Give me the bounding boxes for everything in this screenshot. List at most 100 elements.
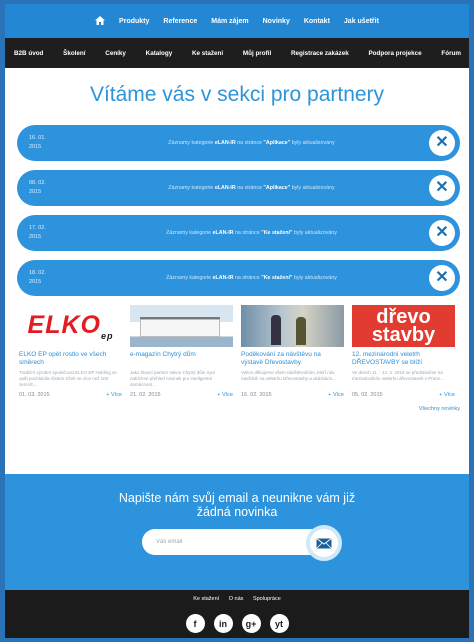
notice-item: 16. 01. 2015 Záznamy kategorie eLAN-IR n… [17,125,460,161]
topnav-produkty[interactable]: Produkty [119,18,149,25]
notice-date-day: 08. 02. [29,180,46,186]
page-title: Vítáme vás v sekci pro partnery [89,83,385,106]
news-meta: 01. 03. 2015 + Více [19,392,122,398]
subnav-ceniky[interactable]: Ceníky [105,50,126,57]
youtube-icon[interactable]: yt [269,614,289,633]
notice-category: eLAN-IR [214,185,236,191]
subnav-b2b-uvod[interactable]: B2B úvod [14,50,43,57]
news-excerpt: Tradiční výrobní společnost ELKO EP Hold… [19,370,117,387]
subnav-muj-profil[interactable]: Můj profil [243,50,271,57]
news-item: ELKOep ELKO EP opět rostlo ve všech směr… [19,305,122,398]
notice-date-year: 2015 [29,234,42,240]
topnav-mam-zajem[interactable]: Mám zájem [211,18,248,25]
notice-text: Záznamy kategorie eLAN-IR na stránce "Ke… [77,275,460,281]
notice-text-mid: na stránce [235,140,264,146]
house-building [140,319,220,337]
news-meta: 16. 02. 2015 + Více [241,392,344,398]
newsletter-section: Napište nám svůj email a neunikne vám ji… [5,474,469,590]
notice-date-day: 16. 01. [29,135,46,141]
close-icon[interactable]: ✕ [429,175,455,201]
subnav-ke-stazeni[interactable]: Ke stažení [192,50,223,57]
news-item: dřevo stavby 12. mezinárodní veletrh DŘE… [352,305,455,398]
drevostavby-logo-line2: stavby [371,324,436,346]
news-date: 21. 02. 2015 [130,392,161,398]
news-excerpt: Jako hlavní partner sekce Chytrý dům nyn… [130,370,216,387]
topnav-jak-usetrit[interactable]: Jak ušetřit [344,18,379,25]
news-date: 05. 02. 2015 [352,392,383,398]
notice-text-mid: na stránce [235,185,264,191]
notice-text-post: byly aktualizovány [290,140,335,146]
footer-link-o-nas[interactable]: O nás [229,596,244,602]
google-plus-icon[interactable]: g+ [241,614,261,633]
close-icon[interactable]: ✕ [429,130,455,156]
notice-date-day: 17. 02. [29,225,46,231]
news-excerpt: Velice děkujeme všem návštěvníkům, kteří… [241,370,336,381]
email-field[interactable] [142,529,332,555]
close-icon[interactable]: ✕ [429,265,455,291]
news-more-link[interactable]: + Více [106,392,122,398]
notice-text-post: byly aktualizovány [290,185,335,191]
news-more-link[interactable]: + Více [217,392,233,398]
news-thumbnail-drevostavby[interactable]: dřevo stavby [352,305,455,347]
news-title[interactable]: 12. mezinárodní veletrh DŘEVOSTAVBY se b… [352,351,455,368]
footer-link-spoluprace[interactable]: Spolupráce [253,596,281,602]
notice-item: 18. 02. 2015 Záznamy kategorie eLAN-IR n… [17,260,460,296]
newsletter-title-line1: Napište nám svůj email a neunikne vám ji… [118,491,356,505]
close-icon[interactable]: ✕ [429,220,455,246]
send-envelope-icon[interactable] [306,525,342,561]
facebook-icon[interactable]: f [185,614,205,633]
topnav-kontakt[interactable]: Kontakt [304,18,330,25]
news-meta: 05. 02. 2015 + Více [352,392,455,398]
news-more-link[interactable]: + Více [328,392,344,398]
elko-logo-text: ELKO [27,311,101,339]
news-thumbnail-expo[interactable] [241,305,344,347]
subnav-katalogy[interactable]: Katalogy [146,50,173,57]
notice-category: eLAN-IR [212,275,234,281]
news-thumbnail-elko[interactable]: ELKOep [19,305,122,347]
footer-link-ke-stazeni[interactable]: Ke stažení [193,596,219,602]
subnav-forum[interactable]: Fórum [441,50,461,57]
notice-date: 17. 02. 2015 [17,224,77,242]
all-news-link[interactable]: Všechny novinky [5,406,469,412]
elko-logo-ep: ep [100,331,114,341]
news-title[interactable]: e-magazín Chytrý dům [130,351,233,368]
notice-page-link[interactable]: "Ke stažení" [261,230,292,236]
topnav-reference[interactable]: Reference [163,18,197,25]
home-icon[interactable] [95,15,106,27]
news-grid: ELKOep ELKO EP opět rostlo ve všech směr… [5,305,469,398]
news-thumbnail-house[interactable] [130,305,233,347]
news-title[interactable]: ELKO EP opět rostlo ve všech směrech [19,351,122,368]
notice-text: Záznamy kategorie eLAN-IR na stránce "Ap… [77,140,460,146]
notice-page-link[interactable]: "Aplikace" [263,185,290,191]
subnav-podpora-projekce[interactable]: Podpora projekce [368,50,421,57]
notice-text: Záznamy kategorie eLAN-IR na stránce "Ap… [77,185,460,191]
notice-text-pre: Záznamy kategorie [168,140,215,146]
notice-text: Záznamy kategorie eLAN-IR na stránce "Ke… [77,230,460,236]
notice-text-mid: na stránce [233,275,262,281]
top-navigation: Produkty Reference Mám zájem Novinky Kon… [5,4,469,38]
topnav-novinky[interactable]: Novinky [263,18,290,25]
news-date: 16. 02. 2015 [241,392,272,398]
notice-category: eLAN-IR [212,230,234,236]
notice-page-link[interactable]: "Aplikace" [263,140,290,146]
newsletter-form [132,525,342,561]
news-item: Poděkování za návštěvu na výstavě Dřevos… [241,305,344,398]
notice-date: 08. 02. 2015 [17,179,77,197]
news-title[interactable]: Poděkování za návštěvu na výstavě Dřevos… [241,351,344,368]
notice-text-pre: Záznamy kategorie [166,230,213,236]
footer-links: Ke stažení O nás Spolupráce [5,596,469,602]
person-figure [296,317,306,345]
newsletter-title: Napište nám svůj email a neunikne vám ji… [5,491,469,519]
subnav-registrace-zakazek[interactable]: Registrace zakázek [291,50,349,57]
notice-date-day: 18. 02. [29,270,46,276]
notice-page-link[interactable]: "Ke stažení" [261,275,292,281]
news-more-link[interactable]: + Více [439,392,455,398]
linkedin-icon[interactable]: in [213,614,233,633]
social-links: f in g+ yt [5,614,469,633]
notice-date: 18. 02. 2015 [17,269,77,287]
subnav-skoleni[interactable]: Školení [63,50,85,57]
notice-item: 08. 02. 2015 Záznamy kategorie eLAN-IR n… [17,170,460,206]
notice-item: 17. 02. 2015 Záznamy kategorie eLAN-IR n… [17,215,460,251]
notice-list: 16. 01. 2015 Záznamy kategorie eLAN-IR n… [5,125,469,296]
news-item: e-magazín Chytrý dům Jako hlavní partner… [130,305,233,398]
